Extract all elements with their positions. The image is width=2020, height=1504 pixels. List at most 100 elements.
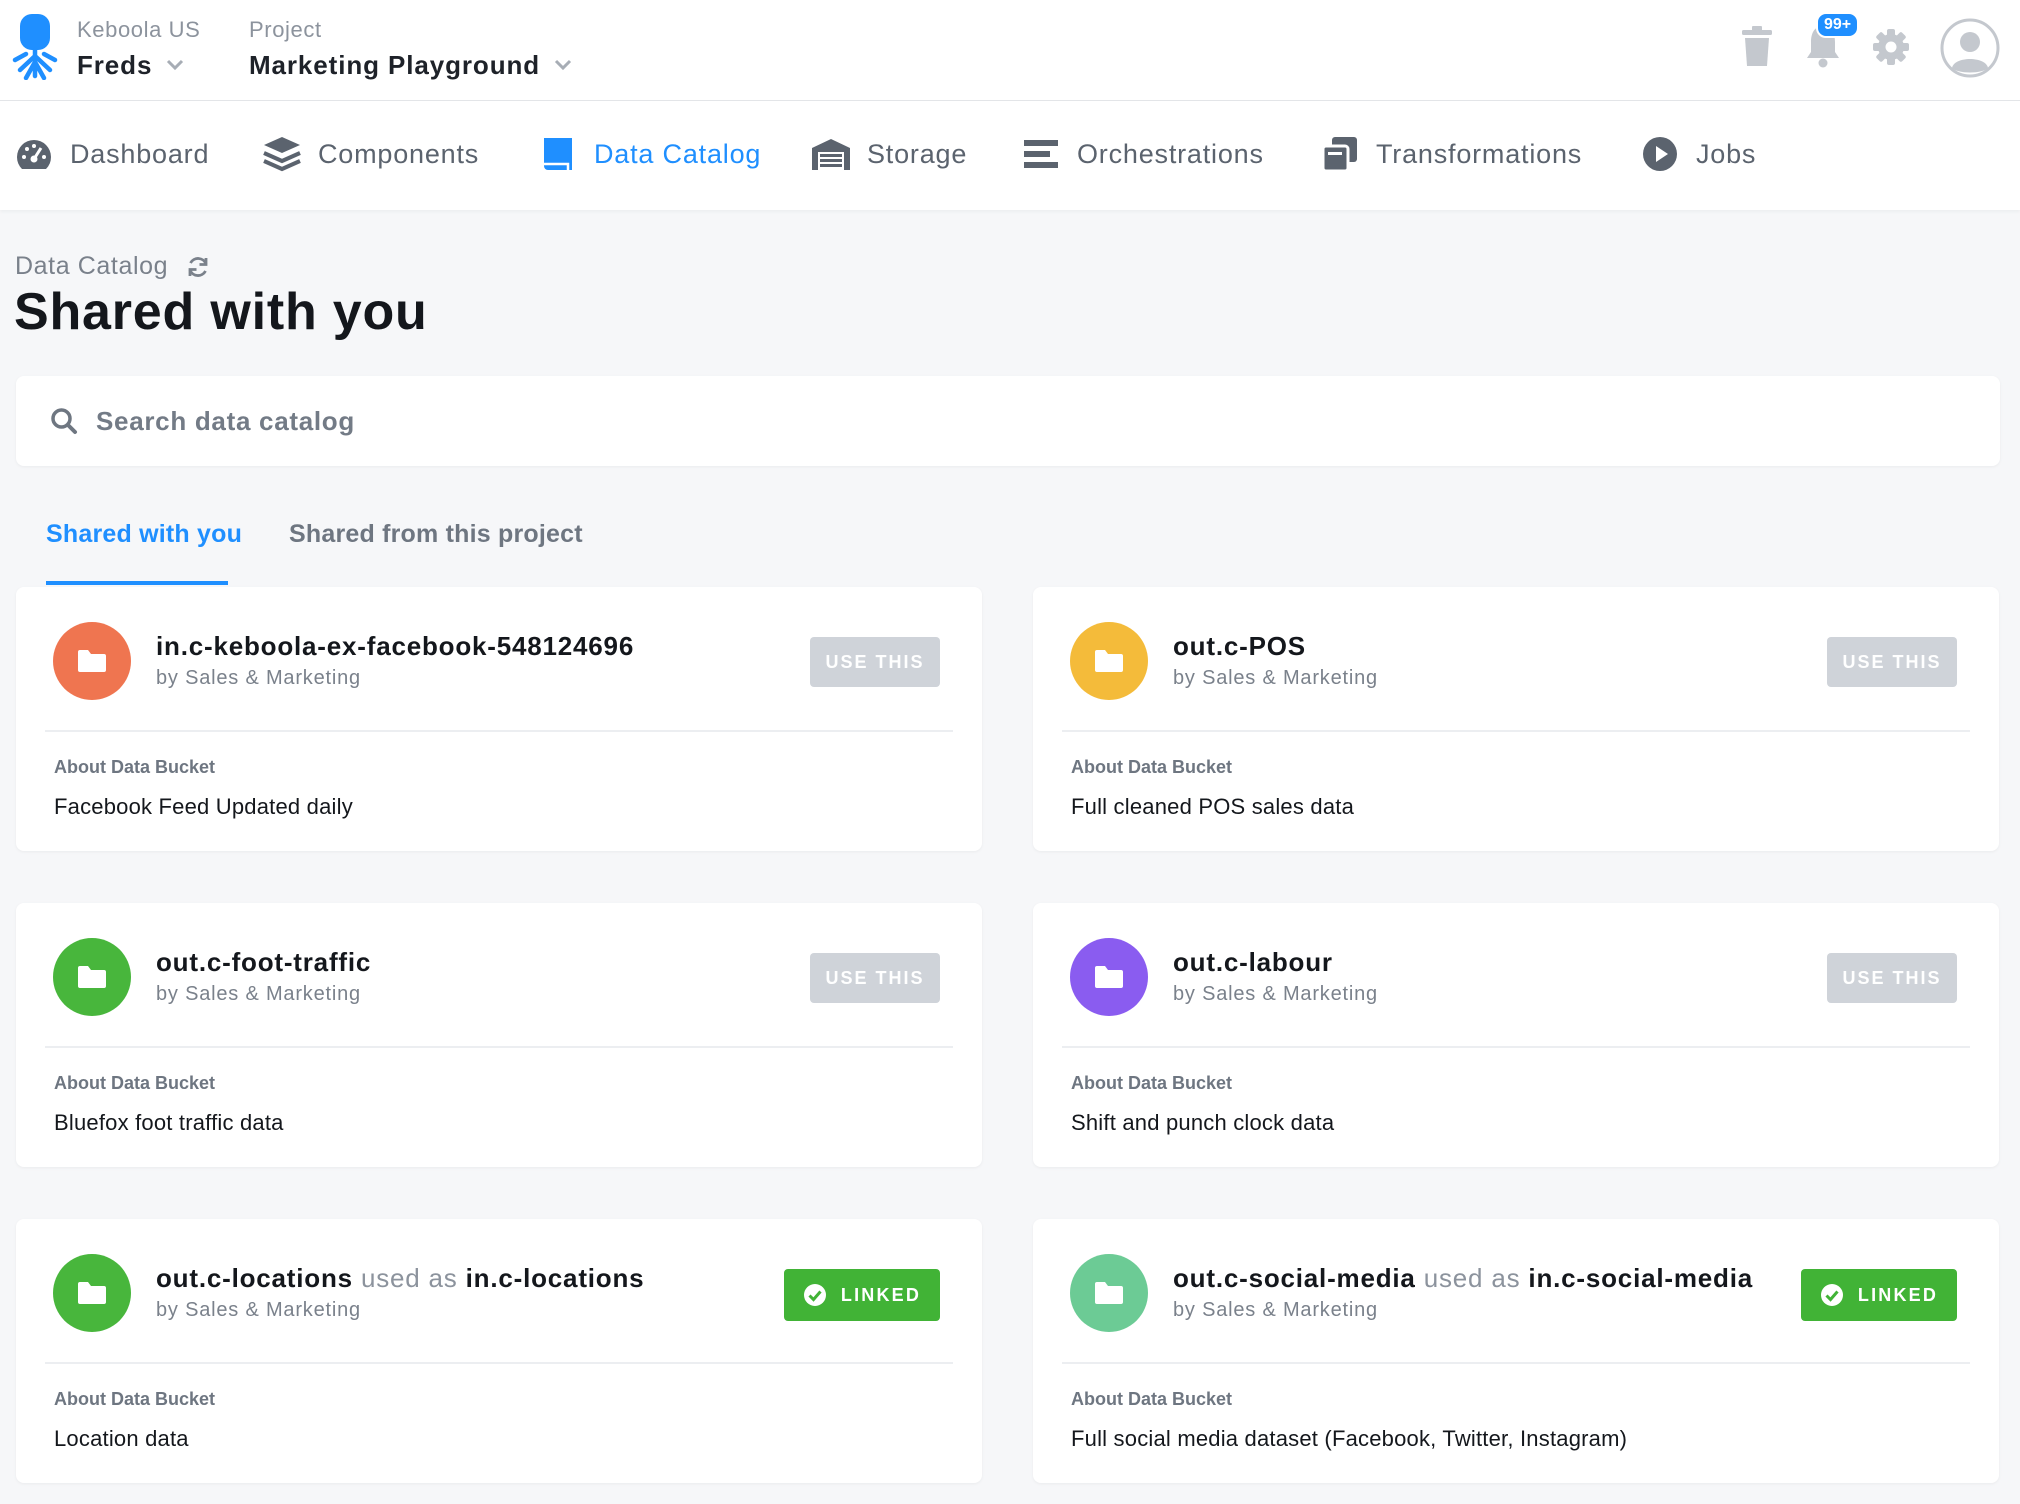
use-this-button[interactable]: USE THIS [1827,637,1957,687]
about-description: Full cleaned POS sales data [1071,794,1354,819]
folder-icon [1095,650,1123,672]
nav-item-transformations[interactable]: Transformations [1320,133,1582,175]
chevron-down-icon [554,59,572,71]
main-navigation: Dashboard Components Data Catalog Storag… [0,101,2020,210]
use-this-button[interactable]: USE THIS [1827,953,1957,1003]
about-label: About Data Bucket [1071,1073,1233,1093]
bucket-card: out.c-POS by Sales & Marketing USE THIS … [1033,587,1999,851]
bucket-avatar [1070,1254,1148,1332]
bucket-name[interactable]: out.c-locations [156,1263,353,1293]
project-name: Marketing Playground [249,50,541,80]
about-description: Bluefox foot traffic data [54,1110,284,1135]
bucket-name[interactable]: out.c-POS [1173,631,1306,661]
copy-icon [1320,134,1360,174]
search-input[interactable] [96,405,1896,437]
bucket-avatar [53,622,131,700]
organization-label: Keboola US [77,17,201,42]
about-description: Location data [54,1426,189,1451]
nav-item-storage[interactable]: Storage [811,133,967,175]
check-circle-icon [1820,1284,1843,1306]
top-bar: Keboola US Freds Project Marketing Playg… [0,0,2020,101]
folder-icon [78,1282,106,1304]
bucket-name[interactable]: out.c-labour [1173,947,1333,977]
page-title: Shared with you [14,283,428,341]
linked-button[interactable]: LINKED [784,1269,940,1321]
bucket-card: out.c-locations used as in.c-locations b… [16,1219,982,1483]
bucket-title: out.c-POS [1173,631,1306,662]
folder-icon [78,966,106,988]
book-icon [538,134,578,174]
bars-icon [1021,134,1061,174]
tab-shared-with-you[interactable]: Shared with you [46,520,242,549]
bucket-owner: by Sales & Marketing [1173,983,1378,1005]
bucket-alias: in.c-social-media [1528,1263,1753,1293]
used-as-text: used as [360,1263,458,1293]
bucket-title: in.c-keboola-ex-facebook-548124696 [156,631,634,662]
bucket-name[interactable]: out.c-foot-traffic [156,947,371,977]
dashboard-icon [14,134,54,174]
bucket-alias: in.c-locations [465,1263,645,1293]
linked-button[interactable]: LINKED [1801,1269,1957,1321]
use-this-button[interactable]: USE THIS [810,637,940,687]
bucket-card: out.c-social-media used as in.c-social-m… [1033,1219,1999,1483]
bucket-title: out.c-labour [1173,947,1333,978]
keboola-logo-icon[interactable] [12,14,58,80]
nav-label-jobs: Jobs [1696,138,1757,169]
project-switcher[interactable]: Project Marketing Playground [249,18,572,80]
about-label: About Data Bucket [54,1073,216,1093]
about-description: Shift and punch clock data [1071,1110,1335,1135]
play-circle-icon [1640,134,1680,174]
nav-item-data-catalog[interactable]: Data Catalog [538,133,761,175]
bucket-name[interactable]: in.c-keboola-ex-facebook-548124696 [156,631,634,661]
bucket-owner: by Sales & Marketing [156,1299,361,1321]
card-divider [1062,1362,1970,1364]
bucket-avatar [1070,938,1148,1016]
nav-label-storage: Storage [867,138,968,169]
search-box [16,376,2000,466]
linked-button-label: LINKED [1857,1284,1939,1305]
bucket-card: out.c-labour by Sales & Marketing USE TH… [1033,903,1999,1167]
bucket-owner: by Sales & Marketing [1173,667,1378,689]
used-as-text: used as [1423,1263,1521,1293]
nav-label-data-catalog: Data Catalog [594,138,762,169]
chevron-down-icon [167,59,184,71]
notifications-badge: 99+ [1816,12,1860,38]
card-divider [45,1046,953,1048]
folder-icon [78,650,106,672]
gear-icon[interactable] [1872,28,1910,66]
bucket-card: in.c-keboola-ex-facebook-548124696 by Sa… [16,587,982,851]
tab-shared-from-this-project[interactable]: Shared from this project [289,520,583,549]
nav-item-dashboard[interactable]: Dashboard [14,133,209,175]
bucket-owner: by Sales & Marketing [156,983,361,1005]
nav-label-orchestrations: Orchestrations [1077,138,1264,169]
folder-icon [1095,1282,1123,1304]
bucket-name[interactable]: out.c-social-media [1173,1263,1416,1293]
bucket-card: out.c-foot-traffic by Sales & Marketing … [16,903,982,1167]
user-avatar-icon[interactable] [1940,18,2000,78]
search-icon [51,408,77,434]
card-divider [45,1362,953,1364]
bucket-owner: by Sales & Marketing [156,667,361,689]
about-label: About Data Bucket [1071,1389,1233,1409]
bucket-title: out.c-social-media used as in.c-social-m… [1173,1263,1753,1294]
about-description: Full social media dataset (Facebook, Twi… [1071,1426,1628,1451]
nav-item-components[interactable]: Components [262,133,479,175]
use-this-button[interactable]: USE THIS [810,953,940,1003]
nav-item-orchestrations[interactable]: Orchestrations [1021,133,1264,175]
trash-icon[interactable] [1740,26,1774,68]
about-description: Facebook Feed Updated daily [54,794,353,819]
page-pretitle-text: Data Catalog [15,252,169,280]
about-label: About Data Bucket [1071,757,1233,777]
card-divider [1062,730,1970,732]
organization-switcher[interactable]: Keboola US Freds [77,17,201,81]
bucket-avatar [1070,622,1148,700]
nav-label-transformations: Transformations [1376,138,1583,169]
check-circle-icon [803,1284,826,1306]
layers-icon [262,134,302,174]
folder-icon [1095,966,1123,988]
card-divider [1062,1046,1970,1048]
nav-item-jobs[interactable]: Jobs [1640,133,1756,175]
refresh-icon[interactable] [186,255,210,279]
active-tab-indicator [46,581,228,585]
bucket-owner: by Sales & Marketing [1173,1299,1378,1321]
